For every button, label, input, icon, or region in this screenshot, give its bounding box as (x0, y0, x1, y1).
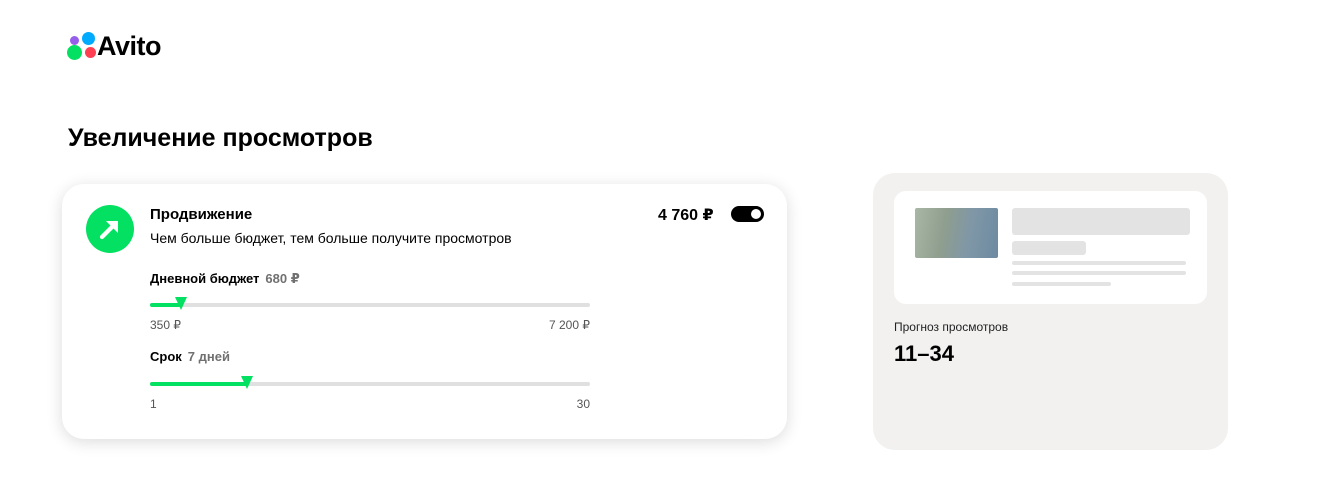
logo-dots-icon (67, 31, 99, 62)
promotion-price: 4 760 ₽ (658, 207, 714, 224)
ad-preview-card (873, 173, 1228, 450)
arrow-up-right-icon (86, 205, 134, 253)
page-title: Увеличение просмотров (68, 124, 373, 152)
budget-label-text: Дневной бюджет (150, 271, 260, 286)
duration-min: 1 (150, 397, 157, 411)
ad-preview-title-placeholder (1012, 208, 1190, 235)
budget-slider-thumb[interactable] (174, 297, 187, 310)
logo-text: Avito (97, 31, 162, 61)
promotion-card: Продвижение Чем больше бюджет, тем больш… (62, 184, 787, 439)
budget-max: 7 200 ₽ (549, 318, 590, 332)
avito-logo[interactable]: Avito (67, 31, 162, 62)
promotion-toggle[interactable] (731, 206, 764, 222)
ad-preview-text-placeholder (1012, 271, 1186, 275)
duration-max: 30 (576, 397, 590, 411)
ad-preview-text-placeholder (1012, 261, 1186, 265)
forecast-label: Прогноз просмотров (894, 320, 1009, 334)
promotion-title: Продвижение (150, 206, 253, 223)
duration-value: 7 дней (187, 349, 230, 364)
duration-slider-thumb[interactable] (240, 376, 253, 389)
duration-label-text: Срок (150, 349, 182, 364)
duration-label: Срок 7 дней (150, 349, 230, 364)
ad-preview-text-placeholder (1012, 282, 1111, 286)
ad-preview-image (915, 208, 998, 258)
duration-slider-fill (150, 382, 247, 386)
ad-preview-price-placeholder (1012, 241, 1086, 255)
promotion-subtitle: Чем больше бюджет, тем больше получите п… (150, 230, 512, 246)
budget-min: 350 ₽ (150, 318, 181, 332)
budget-value: 680 ₽ (265, 271, 300, 286)
toggle-knob (751, 209, 761, 219)
budget-slider[interactable] (150, 297, 590, 310)
budget-label: Дневной бюджет 680 ₽ (150, 271, 300, 287)
forecast-value: 11–34 (894, 341, 954, 366)
ad-preview (894, 191, 1207, 304)
duration-slider[interactable] (150, 376, 590, 389)
